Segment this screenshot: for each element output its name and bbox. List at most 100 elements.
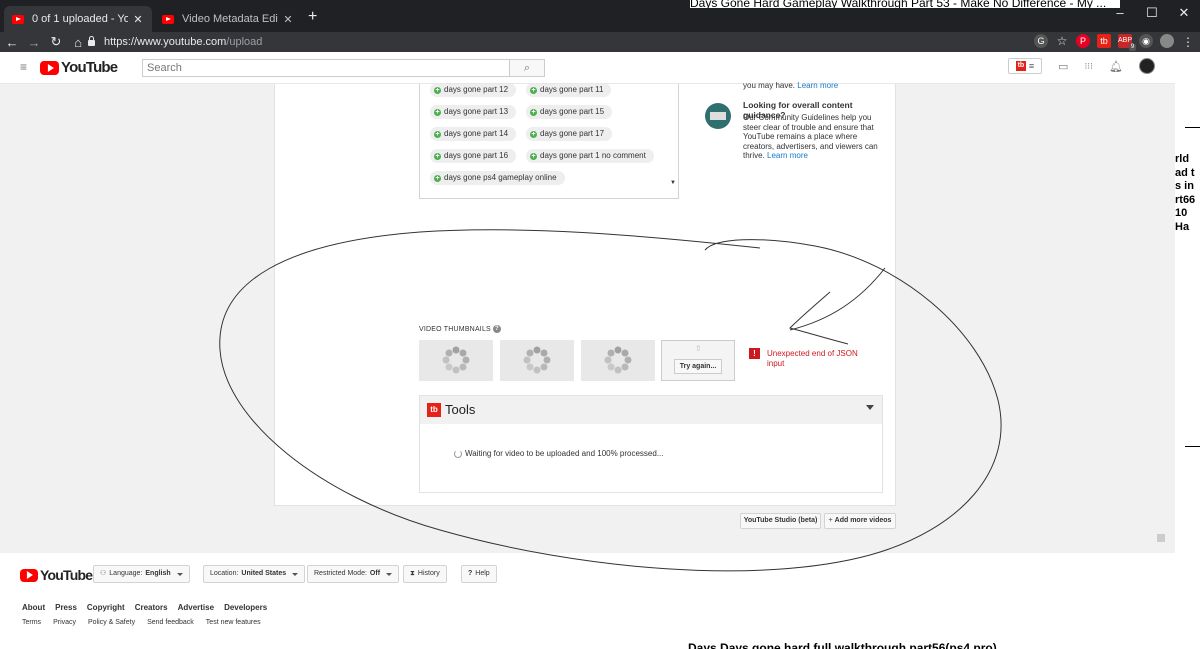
location-label: Location: [210, 570, 239, 577]
search-icon: ⌕ [523, 62, 531, 74]
loading-spinner-icon [604, 346, 632, 374]
bg-line: 10 [1175, 207, 1188, 219]
tag-chip[interactable]: + days gone part 14 [430, 127, 517, 141]
history-label: History [417, 570, 440, 577]
custom-thumbnail-slot: ⇧ Try again... [661, 340, 735, 381]
tag-chip[interactable]: + days gone part 11 [526, 84, 612, 97]
tubebuddy-menu-button[interactable]: tb ≡ [1008, 58, 1043, 74]
add-tag-icon[interactable]: + [434, 153, 441, 160]
help-label: Help [475, 570, 490, 577]
footer-link-terms[interactable]: Terms [22, 619, 41, 626]
youtube-studio-button[interactable]: YouTube Studio (beta) [740, 513, 821, 529]
minimize-icon[interactable]: – [1104, 0, 1136, 26]
tag-chip[interactable]: + days gone part 12 [430, 84, 517, 97]
hourglass-icon: ⧗ [410, 570, 415, 577]
restricted-mode-button[interactable]: Restricted Mode: Off [307, 565, 400, 583]
new-tab-icon[interactable]: + [308, 8, 317, 26]
search-input[interactable]: Search [142, 59, 510, 77]
tags-list[interactable]: + days gone part 12 + days gone part 11 + d… [419, 84, 679, 199]
loading-spinner-icon [454, 449, 462, 458]
feedback-icon[interactable] [1157, 534, 1165, 542]
extension-badge-icon[interactable]: ABP 9 [1118, 34, 1136, 51]
tag-chip[interactable]: + days gone part 17 [526, 127, 613, 141]
close-tab-icon[interactable]: ✕ [282, 13, 294, 26]
footer-logo-text: YouTube [40, 567, 93, 583]
tools-status: Waiting for video to be uploaded and 100… [454, 449, 664, 458]
youtube-play-icon [20, 568, 38, 582]
translate-icon[interactable]: G [1034, 34, 1048, 48]
background-window-text: rld ad t s in rt66 10 Ha [1175, 153, 1195, 234]
footer-link-policy[interactable]: Policy & Safety [88, 619, 135, 626]
footer-link-test-features[interactable]: Test new features [206, 619, 261, 626]
tab-metadata-editor[interactable]: Video Metadata Editor - YouTube ✕ [154, 6, 302, 32]
pinterest-icon[interactable]: P [1076, 34, 1090, 48]
footer-link-press[interactable]: Press [55, 603, 77, 612]
url-path: /upload [226, 36, 263, 48]
menu-lines-icon: ≡ [1028, 60, 1035, 71]
tag-chip[interactable]: + days gone part 15 [526, 105, 613, 119]
thumbnail-option[interactable] [419, 340, 493, 381]
add-tag-icon[interactable]: + [530, 131, 537, 138]
tag-chip[interactable]: + days gone ps4 gameplay online [430, 171, 565, 185]
forward-icon[interactable]: → [24, 35, 44, 50]
close-tab-icon[interactable]: ✕ [132, 13, 144, 26]
account-avatar[interactable] [1139, 58, 1155, 74]
add-tag-icon[interactable]: + [434, 131, 441, 138]
help-button[interactable]: ? Help [461, 565, 497, 583]
language-button[interactable]: ⚇ Language: English [93, 565, 190, 583]
add-tag-icon[interactable]: + [434, 109, 441, 116]
footer-link-developers[interactable]: Developers [224, 603, 267, 612]
add-tag-icon[interactable]: + [530, 87, 537, 94]
scroll-down-icon[interactable]: ▼ [670, 180, 676, 186]
try-again-button[interactable]: Try again... [674, 359, 722, 374]
chevron-down-icon[interactable] [866, 405, 874, 410]
url-host: https://www.youtube.com [104, 36, 227, 48]
home-icon[interactable]: ⌂ [68, 35, 88, 50]
footer-link-advertise[interactable]: Advertise [178, 603, 214, 612]
add-tag-icon[interactable]: + [434, 87, 441, 94]
maximize-icon[interactable]: ☐ [1136, 0, 1168, 26]
tools-header[interactable]: tb Tools [420, 396, 882, 424]
location-button[interactable]: Location: United States [203, 565, 306, 583]
add-tag-icon[interactable]: + [434, 175, 441, 182]
add-tag-icon[interactable]: + [530, 109, 537, 116]
notifications-bell-icon[interactable]: 🔔︎ [1109, 60, 1123, 73]
profile-avatar-icon[interactable] [1160, 34, 1174, 48]
footer-link-feedback[interactable]: Send feedback [147, 619, 194, 626]
apps-grid-icon[interactable]: ⁝⁝⁝ [1084, 61, 1093, 72]
create-video-icon[interactable]: ▭ [1058, 60, 1068, 73]
extension-icon[interactable]: ◉ [1139, 34, 1153, 48]
thumbnail-option[interactable] [581, 340, 655, 381]
back-icon[interactable]: ← [2, 35, 22, 50]
add-more-videos-button[interactable]: + Add more videos [824, 513, 896, 529]
add-tag-icon[interactable]: + [530, 153, 537, 160]
youtube-logo[interactable]: YouTube [40, 59, 118, 76]
close-window-icon[interactable]: ✕ [1168, 0, 1200, 26]
help-icon[interactable]: ? [492, 325, 501, 333]
search-button[interactable]: ⌕ [509, 59, 545, 77]
footer-link-privacy[interactable]: Privacy [53, 619, 76, 626]
loading-spinner-icon [442, 346, 470, 374]
youtube-logo-text: YouTube [61, 59, 118, 76]
background-window: rld ad t s in rt66 10 Ha [1175, 52, 1200, 649]
thumbnail-option[interactable] [500, 340, 574, 381]
tubebuddy-icon[interactable]: tb [1097, 34, 1111, 48]
hamburger-menu-icon[interactable]: ≡ [20, 61, 30, 73]
browser-menu-icon[interactable]: ⋮ [1182, 35, 1194, 49]
tab-upload[interactable]: 0 of 1 uploaded - YouTube ✕ [4, 6, 152, 32]
footer-link-copyright[interactable]: Copyright [87, 603, 125, 612]
footer-link-about[interactable]: About [22, 603, 45, 612]
tag-chip[interactable]: + days gone part 13 [430, 105, 517, 119]
tag-label: days gone part 17 [540, 129, 605, 138]
url-bar[interactable]: https://www.youtube.com/upload [88, 33, 1023, 51]
tag-chip[interactable]: + days gone part 16 [430, 149, 517, 163]
upload-arrow-icon: ⇧ [695, 344, 702, 353]
tag-chip[interactable]: + days gone part 1 no comment [526, 149, 654, 163]
learn-more-link[interactable]: Learn more [797, 81, 838, 90]
footer-link-creators[interactable]: Creators [135, 603, 168, 612]
reload-icon[interactable]: ↻ [46, 34, 66, 50]
footer-youtube-logo[interactable]: YouTube [20, 567, 93, 583]
bookmark-star-icon[interactable]: ☆ [1055, 34, 1069, 48]
learn-more-link[interactable]: Learn more [767, 151, 808, 160]
history-button[interactable]: ⧗ History [403, 565, 447, 583]
